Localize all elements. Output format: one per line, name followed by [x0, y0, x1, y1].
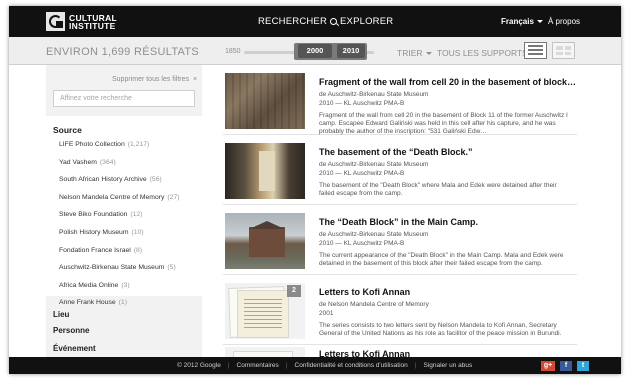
result-description: The series consists to two letters sent …	[319, 322, 562, 337]
source-filter-item[interactable]: Fondation France Israel (8)	[59, 247, 180, 265]
app-window: CULTURAL INSTITUTE RECHERCHER EXPLORER F…	[9, 6, 621, 374]
result-thumbnail[interactable]	[225, 213, 305, 269]
footer-report-link[interactable]: Signaler un abus	[423, 362, 472, 369]
footer-separator: |	[414, 362, 417, 369]
clear-filters-link[interactable]: Supprimer tous les filtres ×	[112, 76, 197, 83]
chevron-down-icon	[425, 51, 432, 55]
media-type-dropdown[interactable]: TOUS LES SUPPORTS	[437, 48, 537, 58]
source-filter-item[interactable]: Polish History Museum (10)	[59, 229, 180, 247]
result-source: de Auschwitz-Birkenau State Museum	[319, 91, 429, 98]
list-view-icon[interactable]	[524, 42, 547, 59]
letter-page	[237, 290, 289, 338]
copyright-text: © 2012 Google	[177, 362, 221, 369]
source-filter-item[interactable]: Auschwitz-Birkenau State Museum (5)	[59, 264, 180, 282]
facebook-icon[interactable]: f	[560, 361, 572, 371]
footer-bar: © 2012 Google | Commentaires | Confident…	[9, 357, 621, 374]
footer-privacy-link[interactable]: Confidentialité et conditions d'utilisat…	[295, 362, 408, 369]
grid-view-icon[interactable]	[552, 42, 575, 59]
source-filter-item[interactable]: Nelson Mandela Centre of Memory (27)	[59, 194, 180, 212]
result-thumbnail[interactable]	[225, 143, 305, 199]
result-source: de Auschwitz-Birkenau State Museum	[319, 231, 429, 238]
search-icon	[330, 18, 338, 25]
cultural-institute-logo[interactable]: CULTURAL INSTITUTE	[46, 12, 117, 31]
sort-label: TRIER	[397, 48, 423, 58]
result-description: Fragment of the wall from cell 20 in the…	[319, 112, 568, 135]
google-plus-icon[interactable]: g+	[541, 361, 555, 371]
result-date: 2001	[319, 310, 334, 317]
result-source: de Auschwitz-Birkenau State Museum	[319, 161, 429, 168]
result-thumbnail[interactable]: 2	[225, 283, 305, 339]
result-title[interactable]: Fragment of the wall from cell 20 in the…	[319, 77, 576, 87]
twitter-icon[interactable]: t	[577, 361, 589, 371]
results-toolbar: ENVIRON 1,699 RÉSULTATS 1850 2000 2010 T…	[9, 37, 621, 65]
page-count-badge: 2	[287, 285, 301, 297]
language-selector[interactable]: Français	[501, 17, 543, 26]
result-description: The current appearance of the "Death Blo…	[319, 252, 564, 267]
date-slider-min-label: 1850	[225, 48, 241, 55]
result-title[interactable]: The “Death Block” in the Main Camp.	[319, 217, 478, 227]
result-date: 2010 — KL Auschwitz PMA-B	[319, 170, 405, 177]
chevron-down-icon	[536, 20, 543, 23]
source-filter-item[interactable]: Steve Biko Foundation (12)	[59, 211, 180, 229]
result-thumbnail[interactable]	[225, 73, 305, 129]
result-description: The basement of the "Death Block" where …	[319, 182, 557, 197]
sort-dropdown[interactable]: TRIER	[397, 48, 432, 58]
date-slider-handle-from[interactable]: 2000	[298, 44, 332, 58]
facet-event[interactable]: Événement	[53, 344, 96, 353]
result-title[interactable]: Letters to Kofi Annan	[319, 287, 410, 297]
nav-search-link[interactable]: RECHERCHER	[258, 16, 338, 27]
result-date: 2010 — KL Auschwitz PMA-B	[319, 100, 405, 107]
source-filter-item[interactable]: Anne Frank House (1)	[59, 299, 180, 317]
source-filter-item[interactable]: Yad Vashem (364)	[59, 159, 180, 177]
about-link[interactable]: À propos	[548, 17, 580, 26]
result-source: de Nelson Mandela Centre of Memory	[319, 301, 429, 308]
clear-filters-label: Supprimer tous les filtres	[112, 76, 190, 83]
source-filter-title: Source	[53, 125, 82, 135]
facet-person[interactable]: Personne	[53, 326, 89, 335]
date-slider-handle-to[interactable]: 2010	[337, 44, 365, 58]
source-filter-item[interactable]: LIFE Photo Collection (1,217)	[59, 141, 180, 159]
nav-explore-link[interactable]: EXPLORER	[340, 16, 393, 27]
nav-search-label: RECHERCHER	[258, 16, 328, 27]
facet-location[interactable]: Lieu	[53, 310, 69, 319]
result-title[interactable]: The basement of the “Death Block.”	[319, 147, 473, 157]
result-date: 2010 — KL Auschwitz PMA-B	[319, 240, 405, 247]
close-icon: ×	[193, 76, 198, 83]
footer-separator: |	[285, 362, 288, 369]
result-item[interactable]: Fragment of the wall from cell 20 in the…	[223, 65, 577, 135]
media-type-label: TOUS LES SUPPORTS	[437, 48, 528, 58]
results-count: ENVIRON 1,699 RÉSULTATS	[46, 46, 199, 58]
source-filter-item[interactable]: South African History Archive (56)	[59, 176, 180, 194]
result-item[interactable]: The “Death Block” in the Main Camp. de A…	[223, 205, 577, 275]
result-item[interactable]: 2 Letters to Kofi Annan de Nelson Mandel…	[223, 275, 577, 345]
language-label: Français	[501, 17, 534, 26]
result-item[interactable]: The basement of the “Death Block.” de Au…	[223, 135, 577, 205]
top-nav-bar: CULTURAL INSTITUTE RECHERCHER EXPLORER F…	[9, 6, 621, 37]
source-filter-list: LIFE Photo Collection (1,217) Yad Vashem(…	[59, 141, 180, 317]
filter-sidebar: Supprimer tous les filtres × Affinez vot…	[46, 65, 202, 357]
google-logo-icon	[46, 12, 65, 31]
refine-search-input[interactable]: Affinez votre recherche	[53, 90, 195, 107]
footer-comments-link[interactable]: Commentaires	[237, 362, 279, 369]
footer-separator: |	[227, 362, 230, 369]
source-filter-item[interactable]: Africa Media Online (3)	[59, 282, 180, 300]
logo-line2: INSTITUTE	[69, 20, 116, 31]
